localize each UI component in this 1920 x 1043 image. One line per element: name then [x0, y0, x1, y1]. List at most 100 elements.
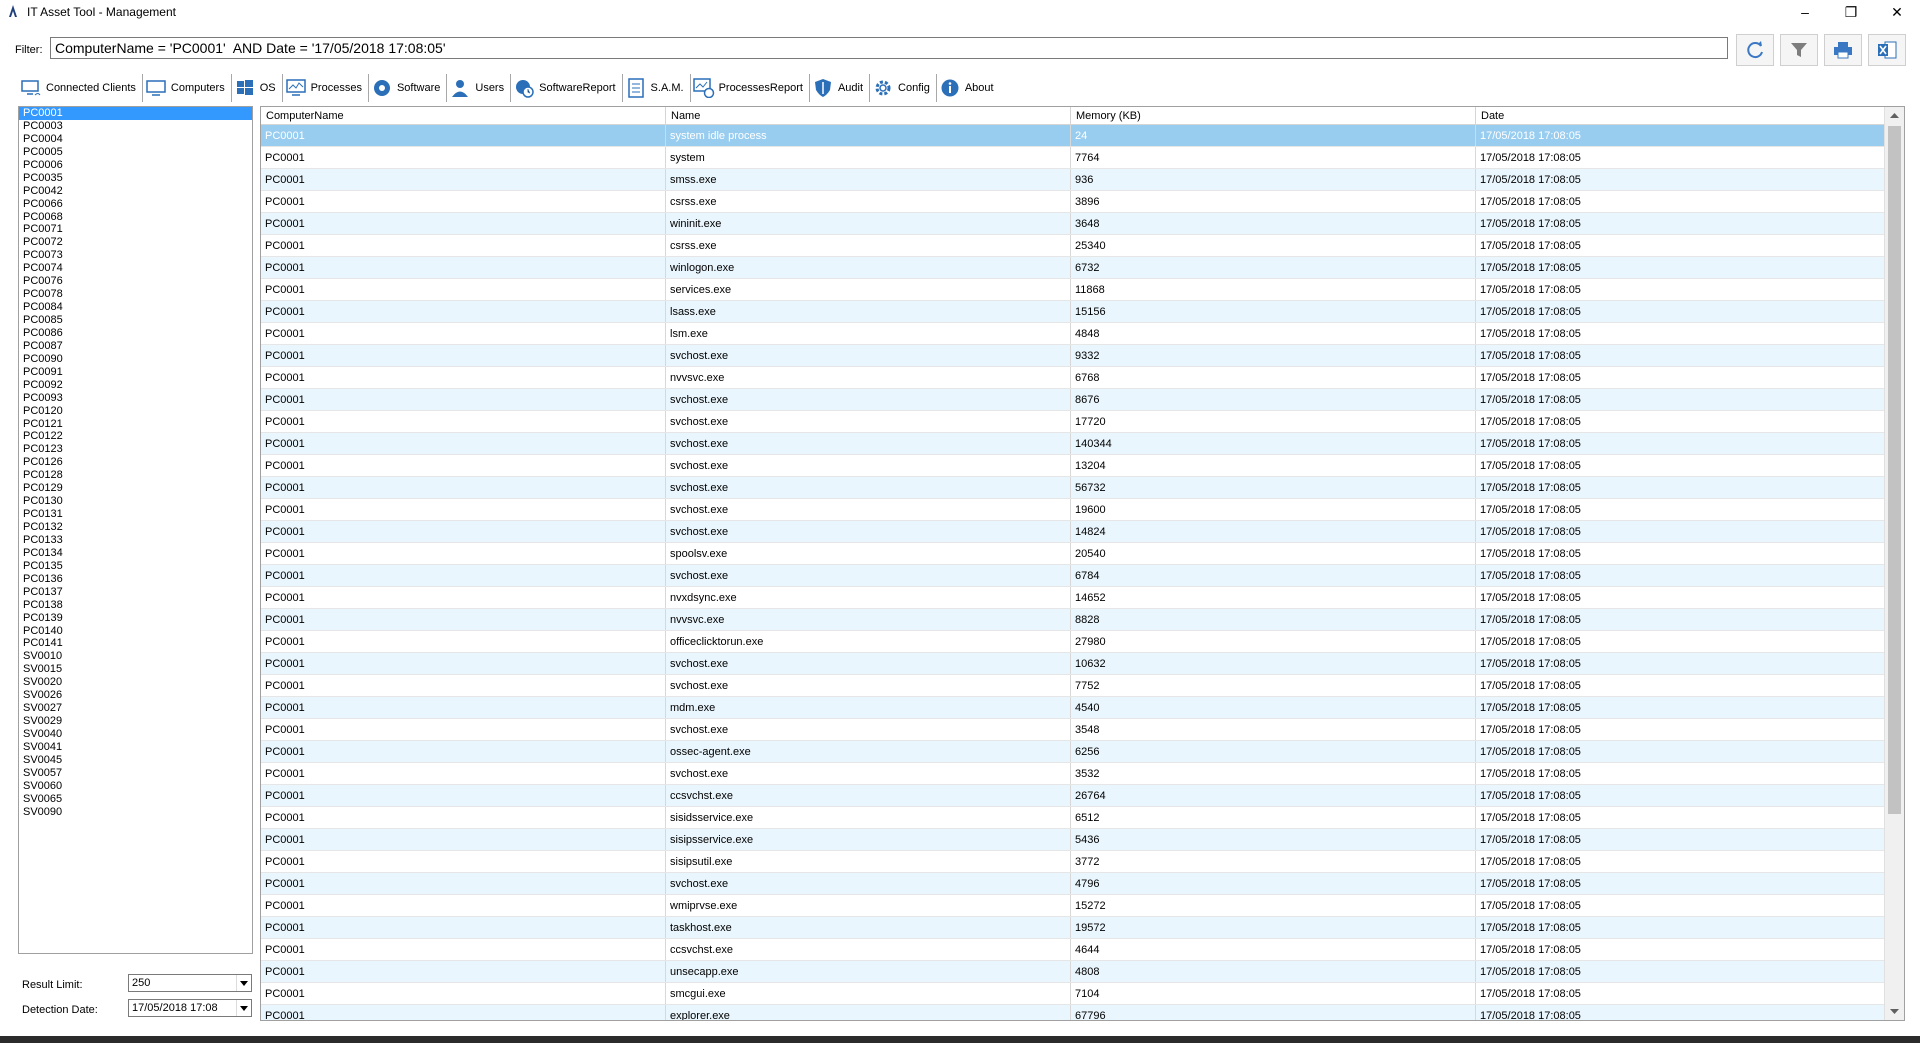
table-row[interactable]: PC0001 ossec-agent.exe 6256 17/05/2018 17:0… [261, 741, 1884, 763]
computer-list-item[interactable]: PC0066 [19, 198, 252, 211]
computer-list-item[interactable]: SV0040 [19, 728, 252, 741]
computer-list-item[interactable]: PC0068 [19, 211, 252, 224]
tab-connected-clients[interactable]: Connected Clients [18, 74, 143, 102]
table-row[interactable]: PC0001 lsass.exe 15156 17/05/2018 17:08:05 [261, 301, 1884, 323]
computer-list-item[interactable]: PC0091 [19, 366, 252, 379]
table-row[interactable]: PC0001 csrss.exe 25340 17/05/2018 17:08:05 [261, 235, 1884, 257]
table-row[interactable]: PC0001 svchost.exe 56732 17/05/2018 17:08:0… [261, 477, 1884, 499]
table-row[interactable]: PC0001 taskhost.exe 19572 17/05/2018 17:08:… [261, 917, 1884, 939]
table-row[interactable]: PC0001 explorer.exe 67796 17/05/2018 17:08:… [261, 1005, 1884, 1020]
table-row[interactable]: PC0001 mdm.exe 4540 17/05/2018 17:08:05 [261, 697, 1884, 719]
chevron-down-icon[interactable] [236, 1000, 251, 1016]
computer-list-item[interactable]: SV0010 [19, 650, 252, 663]
computer-list-item[interactable]: SV0065 [19, 793, 252, 806]
column-header-memory[interactable]: Memory (KB) [1071, 107, 1476, 125]
computer-list-item[interactable]: SV0020 [19, 676, 252, 689]
computer-list-item[interactable]: PC0121 [19, 418, 252, 431]
table-row[interactable]: PC0001 svchost.exe 13204 17/05/2018 17:08:0… [261, 455, 1884, 477]
computer-list-item[interactable]: PC0071 [19, 223, 252, 236]
scroll-down-icon[interactable] [1885, 1003, 1904, 1020]
tab-software-report[interactable]: SoftwareReport [511, 74, 623, 102]
table-row[interactable]: PC0001 svchost.exe 17720 17/05/2018 17:08:0… [261, 411, 1884, 433]
table-row[interactable]: PC0001 spoolsv.exe 20540 17/05/2018 17:08:0… [261, 543, 1884, 565]
computer-list-item[interactable]: PC0140 [19, 625, 252, 638]
computer-list-item[interactable]: PC0001 [19, 107, 252, 120]
detection-date-picker[interactable]: 17/05/2018 17:08 [128, 999, 252, 1017]
table-row[interactable]: PC0001 svchost.exe 4796 17/05/2018 17:08:05 [261, 873, 1884, 895]
computer-list-item[interactable]: SV0060 [19, 780, 252, 793]
computer-list-item[interactable]: PC0072 [19, 236, 252, 249]
computer-list-item[interactable]: PC0122 [19, 430, 252, 443]
computer-list-item[interactable]: SV0015 [19, 663, 252, 676]
computer-list-item[interactable]: PC0133 [19, 534, 252, 547]
table-row[interactable]: PC0001 sisidsservice.exe 6512 17/05/2018 17… [261, 807, 1884, 829]
table-row[interactable]: PC0001 svchost.exe 8676 17/05/2018 17:08:05 [261, 389, 1884, 411]
computer-list-item[interactable]: PC0005 [19, 146, 252, 159]
computer-list-item[interactable]: PC0138 [19, 599, 252, 612]
computer-list[interactable]: PC0001 PC0003 PC0004 PC0005 PC0006 PC0035 PC00… [18, 106, 253, 954]
column-header-computername[interactable]: ComputerName [261, 107, 666, 125]
computer-list-item[interactable]: PC0078 [19, 288, 252, 301]
vertical-scrollbar[interactable] [1884, 107, 1904, 1020]
table-row[interactable]: PC0001 unsecapp.exe 4808 17/05/2018 17:08:0… [261, 961, 1884, 983]
computer-list-item[interactable]: PC0137 [19, 586, 252, 599]
computer-list-item[interactable]: PC0130 [19, 495, 252, 508]
table-row[interactable]: PC0001 svchost.exe 140344 17/05/2018 17:08:… [261, 433, 1884, 455]
tab-config[interactable]: Config [870, 74, 937, 102]
computer-list-item[interactable]: PC0123 [19, 443, 252, 456]
table-row[interactable]: PC0001 sisipsutil.exe 3772 17/05/2018 17:08… [261, 851, 1884, 873]
computer-list-item[interactable]: PC0073 [19, 249, 252, 262]
filter-button[interactable] [1780, 34, 1818, 66]
computer-list-item[interactable]: SV0029 [19, 715, 252, 728]
table-row[interactable]: PC0001 svchost.exe 14824 17/05/2018 17:08:0… [261, 521, 1884, 543]
refresh-button[interactable] [1736, 34, 1774, 66]
computer-list-item[interactable]: PC0131 [19, 508, 252, 521]
computer-list-item[interactable]: SV0026 [19, 689, 252, 702]
computer-list-item[interactable]: SV0027 [19, 702, 252, 715]
computer-list-item[interactable]: PC0035 [19, 172, 252, 185]
table-row[interactable]: PC0001 csrss.exe 3896 17/05/2018 17:08:05 [261, 191, 1884, 213]
table-row[interactable]: PC0001 nvvsvc.exe 6768 17/05/2018 17:08:05 [261, 367, 1884, 389]
column-header-date[interactable]: Date [1476, 107, 1884, 125]
tab-sam[interactable]: S.A.M. [623, 74, 691, 102]
computer-list-item[interactable]: PC0129 [19, 482, 252, 495]
print-button[interactable] [1824, 34, 1862, 66]
computer-list-item[interactable]: PC0084 [19, 301, 252, 314]
tab-processes-report[interactable]: ProcessesReport [691, 74, 810, 102]
computer-list-item[interactable]: PC0004 [19, 133, 252, 146]
computer-list-item[interactable]: PC0128 [19, 469, 252, 482]
table-row[interactable]: PC0001 svchost.exe 10632 17/05/2018 17:08:0… [261, 653, 1884, 675]
computer-list-item[interactable]: PC0141 [19, 637, 252, 650]
computer-list-item[interactable]: PC0092 [19, 379, 252, 392]
table-row[interactable]: PC0001 services.exe 11868 17/05/2018 17:08:… [261, 279, 1884, 301]
table-row[interactable]: PC0001 wininit.exe 3648 17/05/2018 17:08:05 [261, 213, 1884, 235]
computer-list-item[interactable]: SV0045 [19, 754, 252, 767]
table-row[interactable]: PC0001 sisipsservice.exe 5436 17/05/2018 17… [261, 829, 1884, 851]
table-row[interactable]: PC0001 wmiprvse.exe 15272 17/05/2018 17:08:… [261, 895, 1884, 917]
result-limit-combo[interactable]: 250 [128, 974, 252, 992]
computer-list-item[interactable]: SV0090 [19, 806, 252, 819]
restore-button[interactable]: ❐ [1828, 0, 1874, 24]
excel-export-button[interactable] [1868, 34, 1906, 66]
table-row[interactable]: PC0001 winlogon.exe 6732 17/05/2018 17:08:0… [261, 257, 1884, 279]
computer-list-item[interactable]: PC0076 [19, 275, 252, 288]
table-row[interactable]: PC0001 nvvsvc.exe 8828 17/05/2018 17:08:05 [261, 609, 1884, 631]
table-row[interactable]: PC0001 system 7764 17/05/2018 17:08:05 [261, 147, 1884, 169]
computer-list-item[interactable]: PC0090 [19, 353, 252, 366]
table-row[interactable]: PC0001 svchost.exe 19600 17/05/2018 17:08:0… [261, 499, 1884, 521]
table-row[interactable]: PC0001 nvxdsync.exe 14652 17/05/2018 17:08:… [261, 587, 1884, 609]
table-row[interactable]: PC0001 svchost.exe 9332 17/05/2018 17:08:05 [261, 345, 1884, 367]
tab-computers[interactable]: Computers [143, 74, 232, 102]
table-row[interactable]: PC0001 ccsvchst.exe 4644 17/05/2018 17:08:0… [261, 939, 1884, 961]
tab-software[interactable]: Software [369, 74, 448, 102]
chevron-down-icon[interactable] [236, 975, 251, 991]
computer-list-item[interactable]: PC0136 [19, 573, 252, 586]
table-row[interactable]: PC0001 svchost.exe 6784 17/05/2018 17:08:05 [261, 565, 1884, 587]
tab-os[interactable]: OS [232, 74, 283, 102]
computer-list-item[interactable]: PC0134 [19, 547, 252, 560]
computer-list-item[interactable]: PC0087 [19, 340, 252, 353]
scroll-up-icon[interactable] [1885, 107, 1904, 124]
computer-list-item[interactable]: PC0135 [19, 560, 252, 573]
computer-list-item[interactable]: PC0074 [19, 262, 252, 275]
computer-list-item[interactable]: PC0003 [19, 120, 252, 133]
